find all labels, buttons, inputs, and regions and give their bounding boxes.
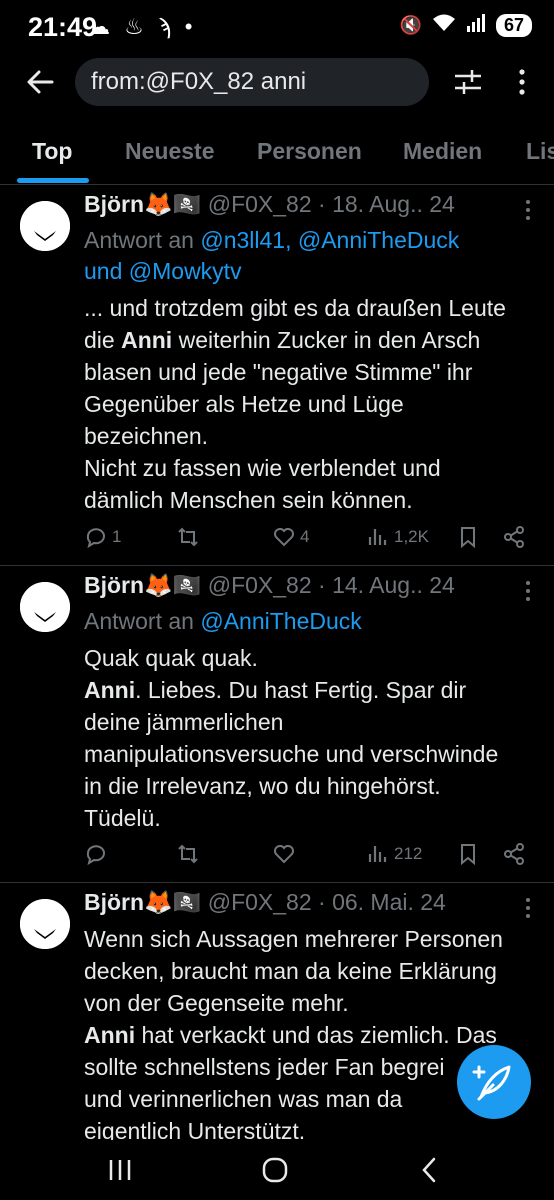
avatar[interactable] [20, 582, 70, 632]
search-header: from:@F0X_82 anni [0, 58, 554, 106]
status-right: 🔇 67 [400, 14, 532, 37]
search-tabs: Top Neueste Personen Medien Lis [0, 126, 554, 185]
retweet-icon [178, 844, 198, 864]
tweet[interactable]: Björn🦊🏴‍☠️ @F0X_82 · 18. Aug.. 24 Antwor… [0, 185, 554, 566]
compose-button[interactable] [457, 1045, 531, 1119]
heart-icon [274, 845, 294, 864]
tweet-text: ... und trotzdem gibt es da draußen Leut… [84, 295, 506, 513]
reply-context: Antwort an @n3ll41, @AnniTheDuck und @Mo… [84, 227, 460, 284]
tab-medien[interactable]: Medien [403, 138, 482, 165]
notification-icons: ☁ ♨ ϡ • [88, 14, 197, 39]
author-name[interactable]: Björn🦊🏴‍☠️ [84, 191, 201, 217]
retweet-button[interactable] [176, 842, 200, 866]
author-handle-date: @F0X_82 · 06. Mai. 24 [207, 889, 446, 915]
retweet-icon [178, 527, 198, 547]
signal-icon [466, 14, 486, 37]
like-button[interactable]: 4 [272, 525, 309, 549]
tab-personen[interactable]: Personen [257, 138, 362, 165]
more-options-icon[interactable] [514, 66, 530, 98]
share-icon [504, 526, 524, 548]
views-chart-icon [368, 529, 387, 545]
search-query: from:@F0X_82 anni [91, 68, 307, 95]
views-button[interactable]: 1,2K [366, 525, 429, 549]
avatar[interactable] [20, 201, 70, 251]
tweet-header: Björn🦊🏴‍☠️ @F0X_82 · 18. Aug.. 24 [84, 191, 455, 218]
reply-context: Antwort an @AnniTheDuck [84, 608, 362, 634]
search-input[interactable]: from:@F0X_82 anni [75, 58, 429, 106]
tab-top[interactable]: Top [32, 138, 72, 165]
back-nav-icon[interactable] [410, 1154, 450, 1186]
reply-mention-2[interactable]: @Mowkytv [129, 258, 242, 284]
mute-icon: 🔇 [399, 15, 422, 35]
reply-icon [86, 845, 105, 866]
home-icon[interactable] [255, 1154, 295, 1186]
reply-mentions[interactable]: @n3ll41, @AnniTheDuck [200, 227, 459, 253]
bookmark-icon [461, 844, 475, 866]
system-navigation-bar [0, 1140, 554, 1200]
reply-button[interactable] [84, 842, 108, 866]
tweet-header: Björn🦊🏴‍☠️ @F0X_82 · 06. Mai. 24 [84, 889, 446, 916]
ghost-avatar-icon [20, 582, 70, 632]
tweet-more-icon[interactable] [524, 897, 532, 919]
like-count: 4 [300, 527, 310, 546]
ghost-avatar-icon [20, 201, 70, 251]
tweet-header: Björn🦊🏴‍☠️ @F0X_82 · 14. Aug.. 24 [84, 572, 455, 599]
bookmark-button[interactable] [456, 842, 480, 866]
retweet-button[interactable] [176, 525, 200, 549]
reply-button[interactable]: 1 [84, 525, 121, 549]
view-count: 212 [394, 844, 423, 863]
views-button[interactable]: 212 [366, 842, 422, 866]
recent-apps-icon[interactable] [100, 1154, 140, 1186]
tweet-more-icon[interactable] [524, 199, 532, 221]
author-name[interactable]: Björn🦊🏴‍☠️ [84, 572, 201, 598]
ghost-avatar-icon [20, 899, 70, 949]
heart-icon [274, 528, 294, 547]
views-chart-icon [368, 846, 387, 862]
author-name[interactable]: Björn🦊🏴‍☠️ [84, 889, 201, 915]
view-count: 1,2K [394, 527, 429, 546]
battery-indicator: 67 [495, 14, 532, 37]
tweet[interactable]: Björn🦊🏴‍☠️ @F0X_82 · 14. Aug.. 24 Antwor… [0, 566, 554, 883]
share-button[interactable] [502, 842, 526, 866]
reply-mentions[interactable]: @AnniTheDuck [200, 608, 361, 634]
bookmark-button[interactable] [456, 525, 480, 549]
tweet-actions: 1 4 1,2K [84, 525, 534, 553]
compose-feather-icon [472, 1065, 511, 1101]
avatar[interactable] [20, 899, 70, 949]
share-icon [504, 843, 524, 865]
author-handle-date: @F0X_82 · 18. Aug.. 24 [207, 191, 455, 217]
tweet-actions: 212 [84, 842, 534, 870]
wifi-icon [432, 14, 456, 37]
active-tab-indicator [17, 178, 89, 183]
status-bar: 21:49 ☁ ♨ ϡ • 🔇 67 [0, 0, 554, 58]
like-button[interactable] [272, 842, 296, 866]
tab-neueste[interactable]: Neueste [125, 138, 214, 165]
author-handle-date: @F0X_82 · 14. Aug.. 24 [207, 572, 455, 598]
reply-icon [86, 528, 105, 549]
tweet-text: Quak quak quak. Anni. Liebes. Du hast Fe… [84, 645, 499, 831]
back-arrow-icon[interactable] [22, 64, 58, 100]
share-button[interactable] [502, 525, 526, 549]
tab-listen[interactable]: Lis [526, 138, 554, 165]
status-time: 21:49 [28, 12, 98, 42]
filter-settings-icon[interactable] [452, 66, 484, 98]
reply-count: 1 [112, 527, 122, 546]
bookmark-icon [461, 527, 475, 549]
tweet-more-icon[interactable] [524, 580, 532, 602]
